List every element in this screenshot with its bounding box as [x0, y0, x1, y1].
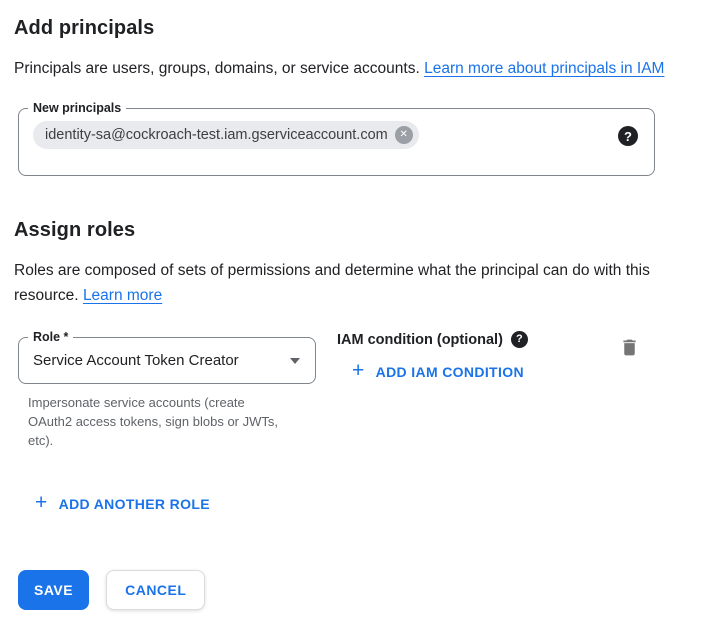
question-mark-glyph: ? [624, 130, 632, 143]
trash-icon [619, 346, 640, 361]
role-select[interactable]: Role * Service Account Token Creator [18, 337, 316, 384]
principals-help-icon[interactable]: ? [618, 126, 638, 146]
cancel-button[interactable]: CANCEL [106, 570, 205, 610]
add-iam-condition-button[interactable]: + ADD IAM CONDITION [352, 361, 524, 382]
role-selected-value: Service Account Token Creator [33, 352, 239, 369]
plus-icon: + [35, 492, 48, 513]
add-iam-condition-label: ADD IAM CONDITION [376, 364, 524, 380]
new-principals-label: New principals [28, 100, 126, 117]
question-mark-glyph: ? [516, 334, 523, 345]
role-label: Role * [28, 329, 73, 346]
role-helper-text: Impersonate service accounts (create OAu… [28, 393, 280, 450]
chip-remove-icon[interactable]: ✕ [395, 126, 413, 144]
intro-description: Principals are users, groups, domains, o… [14, 60, 420, 77]
iam-condition-label-row: IAM condition (optional) ? [337, 331, 528, 348]
dropdown-arrow-icon [290, 358, 300, 364]
learn-more-principals-link[interactable]: Learn more about principals in IAM [424, 60, 664, 77]
new-principals-field[interactable]: New principals identity-sa@cockroach-tes… [18, 108, 655, 176]
roles-description: Roles are composed of sets of permission… [14, 258, 672, 308]
action-buttons-row: SAVE CANCEL [18, 570, 699, 610]
principal-chip-label: identity-sa@cockroach-test.iam.gservicea… [45, 127, 388, 143]
learn-more-roles-link[interactable]: Learn more [83, 287, 162, 304]
role-column: Role * Service Account Token Creator Imp… [18, 330, 320, 450]
add-another-role-button[interactable]: + ADD ANOTHER ROLE [35, 493, 210, 514]
add-principals-panel: Add principals Principals are users, gro… [0, 0, 713, 610]
iam-condition-column: IAM condition (optional) ? + ADD IAM CON… [337, 331, 528, 383]
role-assignment-row: Role * Service Account Token Creator Imp… [14, 330, 699, 448]
delete-role-button[interactable] [618, 337, 640, 361]
iam-condition-label: IAM condition (optional) [337, 332, 503, 348]
close-icon: ✕ [400, 130, 408, 140]
save-button[interactable]: SAVE [18, 570, 89, 610]
assign-roles-title: Assign roles [14, 219, 699, 242]
principal-chip: identity-sa@cockroach-test.iam.gservicea… [33, 121, 419, 149]
plus-icon: + [352, 360, 365, 381]
intro-text: Principals are users, groups, domains, o… [14, 56, 674, 81]
page-title: Add principals [14, 17, 699, 40]
iam-condition-help-icon[interactable]: ? [511, 331, 528, 348]
add-another-role-label: ADD ANOTHER ROLE [59, 496, 210, 512]
